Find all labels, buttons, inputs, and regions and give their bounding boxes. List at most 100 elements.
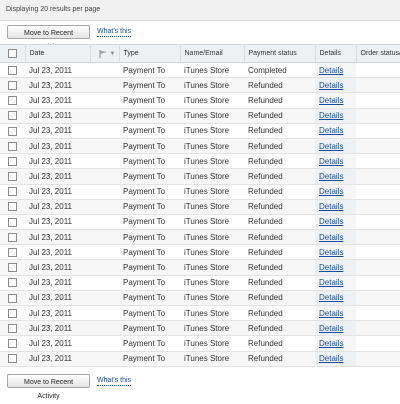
row-checkbox[interactable] <box>8 248 17 258</box>
row-order-status <box>356 351 400 367</box>
column-header-name-email[interactable]: Name/Email <box>180 44 245 63</box>
details-link[interactable]: Details <box>319 354 343 363</box>
details-link[interactable]: Details <box>319 324 343 333</box>
table-row: Jul 23, 2011 Payment To iTunes Store Refund… <box>0 199 400 215</box>
row-checkbox[interactable] <box>8 80 17 90</box>
row-checkbox[interactable] <box>8 263 17 273</box>
flag-column-header[interactable]: ▼ <box>90 44 120 63</box>
whats-this-link[interactable]: What's this <box>97 27 132 37</box>
details-link[interactable]: Details <box>319 278 343 287</box>
row-checkbox[interactable] <box>8 126 17 136</box>
row-type: Payment To <box>119 199 180 215</box>
details-link[interactable]: Details <box>319 187 343 196</box>
row-checkbox[interactable] <box>8 308 17 318</box>
details-link[interactable]: Details <box>319 217 343 226</box>
row-name: iTunes Store <box>180 335 244 352</box>
details-link[interactable]: Details <box>319 172 343 181</box>
move-to-recent-activity-button[interactable]: Move to Recent Activity <box>7 25 90 51</box>
row-flag-cell <box>90 320 119 337</box>
details-link[interactable]: Details <box>319 142 343 151</box>
row-type: Payment To <box>119 214 180 231</box>
row-checkbox[interactable] <box>8 339 17 349</box>
details-link[interactable]: Details <box>319 81 343 90</box>
row-details-cell: Details <box>315 305 356 322</box>
row-date: Jul 23, 2011 <box>25 92 90 109</box>
row-select-cell <box>0 244 25 261</box>
row-order-status <box>356 290 400 307</box>
details-link[interactable]: Details <box>319 309 343 318</box>
row-date: Jul 23, 2011 <box>25 305 90 322</box>
row-checkbox[interactable] <box>8 172 17 182</box>
row-order-status <box>356 92 400 109</box>
row-checkbox[interactable] <box>8 96 17 106</box>
row-checkbox[interactable] <box>8 65 17 75</box>
row-type: Payment To <box>119 77 180 94</box>
details-link[interactable]: Details <box>319 233 343 242</box>
row-select-cell <box>0 168 25 185</box>
details-link[interactable]: Details <box>319 202 343 211</box>
table-header-row: Date ▼ Type Name/Email Payment status De… <box>0 44 400 63</box>
row-select-cell <box>0 275 25 291</box>
row-date: Jul 23, 2011 <box>25 62 90 79</box>
row-payment-status: Refunded <box>244 77 315 94</box>
row-checkbox[interactable] <box>8 293 17 303</box>
column-header-date[interactable]: Date <box>25 44 91 63</box>
details-link[interactable]: Details <box>319 111 343 120</box>
row-payment-status: Refunded <box>244 108 315 124</box>
row-flag-cell <box>90 138 119 155</box>
details-link[interactable]: Details <box>319 293 343 302</box>
table-row: Jul 23, 2011 Payment To iTunes Store Refund… <box>0 290 400 307</box>
row-date: Jul 23, 2011 <box>25 214 90 231</box>
row-payment-status: Refunded <box>244 259 315 276</box>
row-type: Payment To <box>119 62 180 79</box>
select-all-checkbox[interactable] <box>8 49 17 58</box>
row-select-cell <box>0 199 25 215</box>
details-link[interactable]: Details <box>319 96 343 105</box>
row-order-status <box>356 259 400 276</box>
row-payment-status: Refunded <box>244 335 315 352</box>
row-name: iTunes Store <box>180 62 244 79</box>
table-row: Jul 23, 2011 Payment To iTunes Store Refund… <box>0 92 400 109</box>
row-order-status <box>356 244 400 261</box>
row-payment-status: Refunded <box>244 275 315 291</box>
row-name: iTunes Store <box>180 320 244 337</box>
row-checkbox[interactable] <box>8 232 17 242</box>
row-details-cell: Details <box>315 335 356 352</box>
table-row: Jul 23, 2011 Payment To iTunes Store Refund… <box>0 305 400 322</box>
details-link[interactable]: Details <box>319 339 343 348</box>
table-row: Jul 23, 2011 Payment To iTunes Store Refund… <box>0 275 400 291</box>
row-payment-status: Refunded <box>244 244 315 261</box>
details-link[interactable]: Details <box>319 157 343 166</box>
whats-this-link-bottom[interactable]: What's this <box>97 376 132 386</box>
details-link[interactable]: Details <box>319 66 343 75</box>
row-name: iTunes Store <box>180 229 244 246</box>
row-select-cell <box>0 77 25 94</box>
row-name: iTunes Store <box>180 108 244 124</box>
details-link[interactable]: Details <box>319 126 343 135</box>
chevron-down-icon: ▼ <box>109 50 116 57</box>
row-date: Jul 23, 2011 <box>25 108 90 124</box>
column-header-payment-status[interactable]: Payment status <box>244 44 316 63</box>
table-row: Jul 23, 2011 Payment To iTunes Store Refund… <box>0 259 400 276</box>
row-select-cell <box>0 229 25 246</box>
details-link[interactable]: Details <box>319 263 343 272</box>
row-checkbox[interactable] <box>8 141 17 151</box>
row-checkbox[interactable] <box>8 217 17 227</box>
details-link[interactable]: Details <box>319 248 343 257</box>
row-checkbox[interactable] <box>8 187 17 197</box>
row-type: Payment To <box>119 123 180 139</box>
row-checkbox[interactable] <box>8 156 17 166</box>
row-checkbox[interactable] <box>8 354 17 364</box>
move-to-recent-activity-button-bottom[interactable]: Move to Recent Activity <box>7 374 90 400</box>
row-checkbox[interactable] <box>8 278 17 288</box>
column-header-type[interactable]: Type <box>119 44 181 63</box>
row-type: Payment To <box>119 320 180 337</box>
row-checkbox[interactable] <box>8 323 17 333</box>
row-select-cell <box>0 335 25 352</box>
select-all-header <box>0 44 26 63</box>
row-checkbox[interactable] <box>8 111 17 121</box>
row-checkbox[interactable] <box>8 202 17 212</box>
row-select-cell <box>0 138 25 155</box>
row-name: iTunes Store <box>180 77 244 94</box>
table-row: Jul 23, 2011 Payment To iTunes Store Refund… <box>0 214 400 231</box>
